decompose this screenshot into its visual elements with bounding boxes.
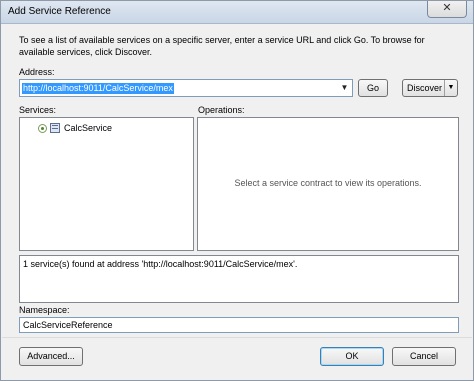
close-button[interactable]: ✕ [427,1,467,18]
ok-button-label: OK [345,351,359,361]
service-icon [50,123,60,133]
expand-icon[interactable] [38,124,47,133]
discover-button[interactable]: Discover ▼ [402,79,458,97]
add-service-reference-dialog: Add Service Reference ✕ To see a list of… [0,0,474,381]
go-button[interactable]: Go [358,79,388,97]
instructions-text: To see a list of available services on a… [19,35,425,57]
dialog-body: To see a list of available services on a… [2,24,472,379]
address-combobox[interactable]: http://localhost:9011/CalcService/mex ▼ [19,79,353,97]
status-area: 1 service(s) found at address 'http://lo… [19,255,459,303]
operations-empty-message: Select a service contract to view its op… [234,178,422,188]
services-label: Services: [19,105,57,115]
cancel-button[interactable]: Cancel [392,347,456,366]
namespace-field[interactable]: CalcServiceReference [19,317,459,333]
address-dropdown-icon[interactable]: ▼ [338,81,351,95]
dialog-title: Add Service Reference [8,6,111,17]
namespace-value: CalcServiceReference [23,320,113,330]
advanced-button[interactable]: Advanced... [19,347,83,366]
cancel-button-label: Cancel [409,351,438,361]
close-icon: ✕ [442,2,452,14]
discover-button-label: Discover [407,83,443,93]
ok-button[interactable]: OK [320,347,384,366]
operations-list[interactable]: Select a service contract to view its op… [197,117,459,251]
tree-item-label: CalcService [64,123,113,133]
status-text: 1 service(s) found at address 'http://lo… [23,259,298,269]
namespace-label: Namespace: [19,305,70,315]
advanced-button-label: Advanced... [27,351,75,361]
go-button-label: Go [366,83,379,93]
services-tree[interactable]: CalcService [19,117,194,251]
title-bar: Add Service Reference ✕ [1,1,473,24]
discover-dropdown-icon[interactable]: ▼ [444,80,457,96]
operations-label: Operations: [198,105,245,115]
address-input[interactable]: http://localhost:9011/CalcService/mex [22,83,174,94]
address-label: Address: [19,67,55,77]
separator [2,337,472,338]
